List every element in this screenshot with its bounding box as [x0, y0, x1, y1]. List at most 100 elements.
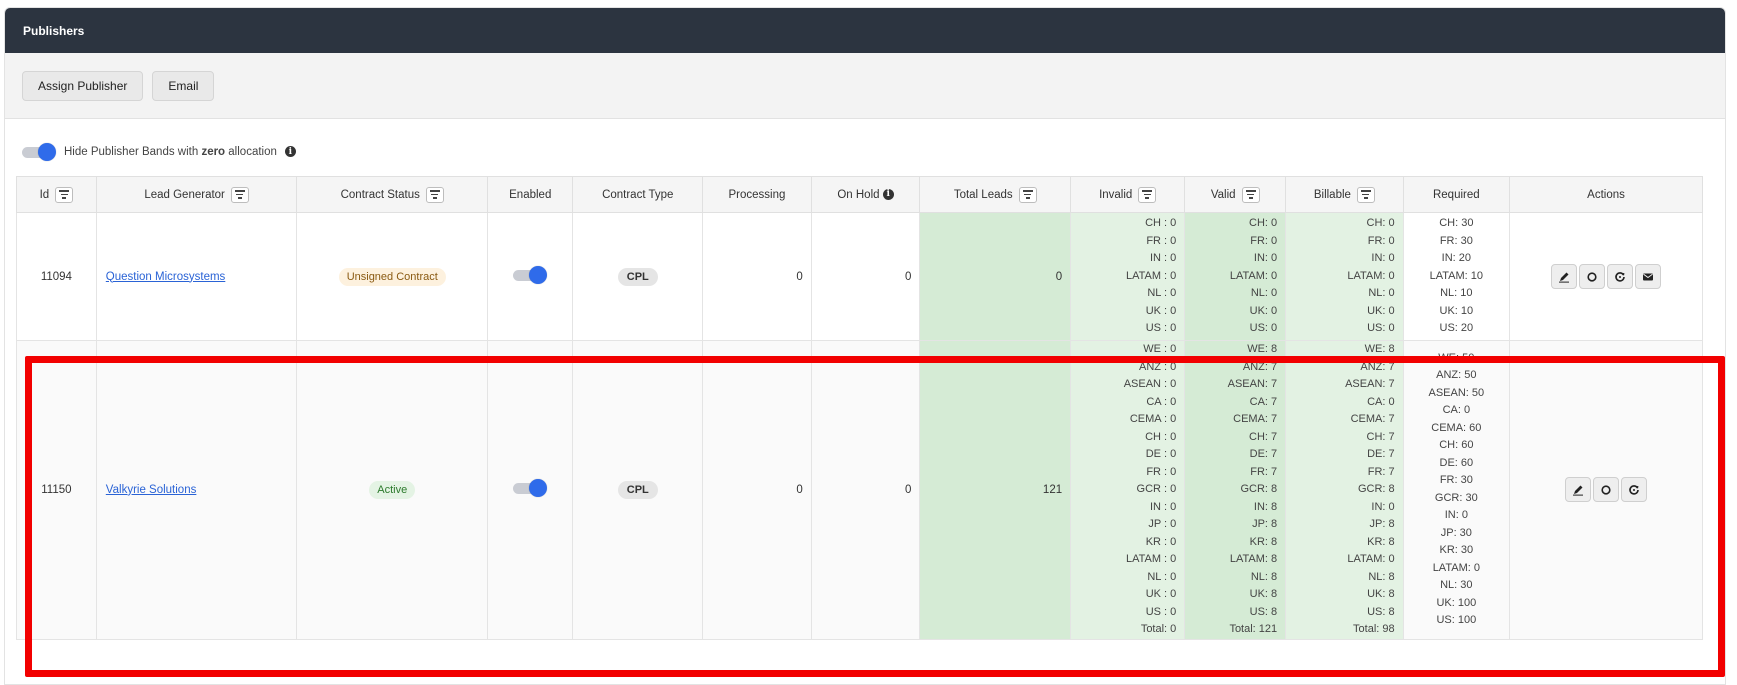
- contract-type-pill: CPL: [617, 267, 658, 286]
- col-billable-label: Billable: [1313, 188, 1351, 201]
- col-id: Id: [16, 176, 97, 213]
- billable-entry: Total: 98: [1353, 623, 1395, 635]
- valid-entry: CEMA: 7: [1233, 413, 1278, 425]
- valid-entry: UK: 8: [1249, 588, 1278, 600]
- status-button[interactable]: [1593, 477, 1620, 503]
- info-icon[interactable]: i: [882, 188, 894, 200]
- publishers-table: Id Lead Generator Contract Status Enable…: [16, 176, 1703, 640]
- required-entry: LATAM: 0: [1432, 561, 1480, 574]
- billable-entry: FR: 0: [1367, 234, 1395, 247]
- required-entry: CH: 60: [1439, 439, 1474, 452]
- cell-lead-generator: Valkyrie Solutions: [95, 340, 298, 640]
- info-icon[interactable]: i: [284, 146, 296, 157]
- valid-entry: Total: 121: [1229, 623, 1278, 635]
- cell-enabled: [487, 340, 574, 640]
- valid-entry: IN: 8: [1253, 500, 1278, 513]
- col-enabled: Enabled: [487, 176, 574, 213]
- invalid-entry: LATAM : 0: [1125, 553, 1177, 565]
- contract-type-pill: CPL: [617, 480, 658, 499]
- required-entry: KR: 30: [1439, 544, 1474, 557]
- filter-icon[interactable]: [1018, 186, 1037, 203]
- table-row: 11094 Question Microsystems Unsigned Con…: [16, 212, 1703, 341]
- label-text-bold: zero: [201, 145, 226, 158]
- invalid-entry: DE : 0: [1145, 448, 1177, 460]
- billable-entry: LATAM: 0: [1347, 553, 1395, 565]
- refresh-icon: [1628, 484, 1640, 496]
- enabled-toggle[interactable]: [513, 479, 548, 498]
- billable-entry: GCR: 8: [1357, 483, 1395, 495]
- invalid-entry: US : 0: [1145, 605, 1177, 618]
- lead-generator-link[interactable]: Question Microsystems: [97, 271, 226, 283]
- status-button[interactable]: [1579, 264, 1606, 289]
- invalid-entry: LATAM : 0: [1125, 269, 1177, 282]
- filter-icon[interactable]: [1241, 186, 1260, 203]
- reset-button[interactable]: [1607, 264, 1634, 289]
- toggle-knob: [529, 479, 548, 498]
- invalid-entry: CH : 0: [1145, 217, 1177, 230]
- required-entry: GCR: 30: [1434, 491, 1478, 504]
- cell-contract-status: Active: [296, 340, 489, 640]
- required-entry: CA: 0: [1442, 404, 1471, 417]
- billable-entry: US: 8: [1367, 605, 1395, 618]
- col-on-hold-label: On Hold: [837, 188, 880, 201]
- filter-icon[interactable]: [230, 186, 249, 203]
- enabled-toggle[interactable]: [513, 266, 548, 284]
- status-badge: Active: [369, 480, 416, 499]
- hide-zero-bands-toggle[interactable]: [22, 142, 56, 161]
- col-on-hold: On Hold i: [810, 176, 921, 213]
- assign-publisher-button[interactable]: Assign Publisher: [22, 70, 144, 101]
- table-header-row: Id Lead Generator Contract Status Enable…: [16, 176, 1703, 213]
- reset-button[interactable]: [1621, 477, 1648, 503]
- email-row-button[interactable]: [1635, 264, 1662, 289]
- required-entry: CH: 30: [1439, 217, 1474, 230]
- billable-entry: WE: 8: [1364, 343, 1395, 355]
- required-entry: CEMA: 60: [1431, 421, 1482, 434]
- filter-icon[interactable]: [1356, 186, 1375, 203]
- invalid-entry: CA : 0: [1146, 395, 1177, 408]
- required-entry: FR: 30: [1439, 234, 1473, 247]
- edit-button[interactable]: [1551, 264, 1578, 289]
- hide-zero-bands-row: Hide Publisher Bands with zero allocatio…: [5, 119, 1725, 184]
- pencil-icon: [1572, 484, 1584, 496]
- filter-icon[interactable]: [1138, 186, 1157, 203]
- valid-entry: JP: 8: [1252, 518, 1278, 530]
- edit-button[interactable]: [1565, 477, 1592, 503]
- toggle-knob: [38, 142, 56, 161]
- required-entry: JP: 30: [1440, 526, 1472, 539]
- billable-entry: IN: 0: [1371, 500, 1395, 513]
- table-row: 11150 Valkyrie Solutions Active CPL 0 0 …: [16, 340, 1703, 640]
- billable-entry: CA: 0: [1367, 395, 1395, 408]
- col-lead-generator: Lead Generator: [95, 176, 298, 213]
- cell-contract-type: CPL: [572, 340, 704, 640]
- required-entry: FR: 30: [1439, 474, 1473, 487]
- valid-entry: CA: 7: [1249, 395, 1278, 408]
- billable-entry: CEMA: 7: [1350, 413, 1395, 425]
- filter-icon[interactable]: [425, 186, 444, 203]
- email-button[interactable]: Email: [152, 70, 215, 101]
- required-entry: UK: 10: [1439, 304, 1474, 317]
- required-entry: UK: 100: [1436, 596, 1477, 609]
- invalid-entry: GCR : 0: [1136, 483, 1177, 495]
- valid-entry: CH: 0: [1249, 217, 1278, 230]
- billable-entry: ANZ: 7: [1360, 360, 1395, 373]
- billable-entry: NL: 0: [1368, 287, 1395, 300]
- panel-header: Publishers: [5, 8, 1725, 53]
- valid-entry: WE: 8: [1247, 343, 1278, 355]
- billable-entry: FR: 7: [1367, 465, 1395, 478]
- valid-entry: KR: 8: [1249, 535, 1278, 548]
- valid-entry: FR: 7: [1250, 465, 1278, 478]
- required-entry: IN: 0: [1444, 509, 1468, 522]
- billable-entry: JP: 8: [1369, 518, 1395, 530]
- label-text-before: Hide Publisher Bands with: [64, 145, 202, 158]
- invalid-entry: FR : 0: [1146, 234, 1177, 247]
- filter-icon[interactable]: [55, 186, 74, 203]
- cell-processing: 0: [702, 340, 812, 640]
- col-id-label: Id: [39, 188, 50, 201]
- col-lead-generator-label: Lead Generator: [144, 188, 225, 201]
- required-entry: WE: 50: [1438, 351, 1475, 364]
- lead-generator-link[interactable]: Valkyrie Solutions: [97, 484, 197, 496]
- invalid-entry: FR : 0: [1146, 465, 1177, 478]
- billable-entry: NL: 8: [1368, 570, 1395, 583]
- invalid-entry: ASEAN : 0: [1123, 378, 1177, 390]
- panel-title: Publishers: [23, 23, 85, 38]
